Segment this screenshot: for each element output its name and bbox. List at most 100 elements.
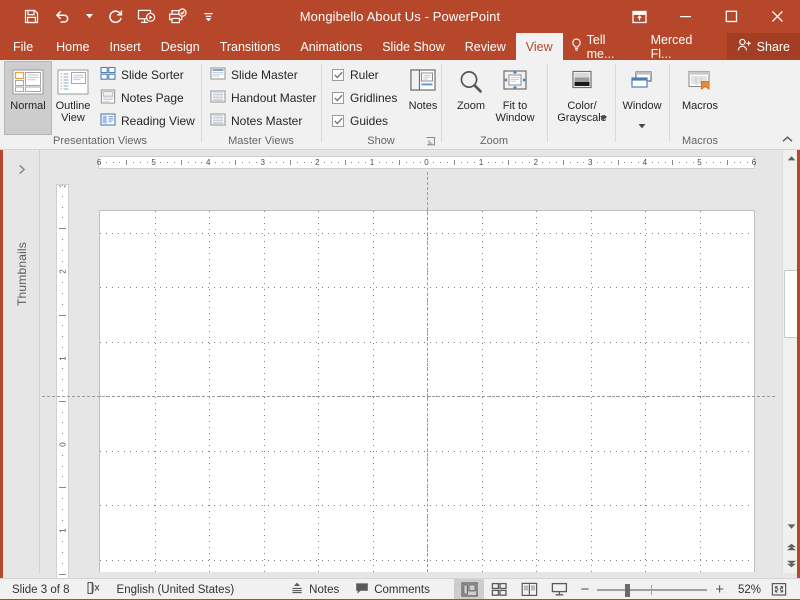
restore-button[interactable] (708, 0, 754, 33)
notes-button-label: Notes (409, 100, 438, 112)
window-button[interactable]: Window (619, 62, 665, 134)
guides-checkbox-row[interactable]: Guides (330, 110, 388, 131)
ruler-tick (276, 162, 277, 163)
gridlines-checkbox-row[interactable]: Gridlines (330, 87, 397, 108)
tab-slide-show[interactable]: Slide Show (372, 33, 455, 60)
spell-check-status[interactable] (78, 579, 109, 600)
reading-view-button[interactable]: Reading View (98, 110, 199, 131)
minimize-button[interactable] (662, 0, 708, 33)
tab-transitions[interactable]: Transitions (210, 33, 291, 60)
ruler-tick (249, 162, 250, 163)
customize-qat-icon[interactable] (199, 7, 218, 26)
tab-home[interactable]: Home (46, 33, 99, 60)
outline-view-button[interactable]: Outline View (50, 62, 96, 134)
save-icon[interactable] (22, 7, 41, 26)
ruler-tick (577, 162, 578, 163)
start-from-beginning-icon[interactable] (137, 7, 156, 26)
zoom-button[interactable]: Zoom (448, 62, 494, 134)
slide-show-button-statusbar[interactable] (544, 579, 574, 600)
ruler-tick (147, 162, 148, 163)
tab-view[interactable]: View (516, 33, 563, 60)
ruler-tick (201, 162, 202, 163)
ruler-tick-label: 2 (533, 158, 537, 167)
ruler-tick-label: 5 (151, 158, 155, 167)
ruler-tick (529, 162, 530, 163)
window-controls (616, 0, 800, 33)
ruler-tick-label: 3 (588, 158, 592, 167)
normal-view-button-statusbar[interactable] (454, 579, 484, 600)
tell-me-box[interactable]: Tell me... (563, 33, 643, 60)
horizontal-guide[interactable] (42, 396, 775, 397)
zoom-in-button[interactable]: + (713, 581, 726, 598)
guides-checkbox[interactable] (332, 115, 344, 127)
ruler-tick (624, 162, 625, 163)
gridlines-checkbox[interactable] (332, 92, 344, 104)
collapse-ribbon-icon[interactable] (781, 133, 794, 146)
zoom-percent[interactable]: 52% (730, 579, 764, 600)
ruler-tick (734, 162, 735, 163)
macros-button[interactable]: Macros (674, 62, 726, 134)
tab-design[interactable]: Design (151, 33, 210, 60)
ruler-tick (488, 162, 489, 163)
show-dialog-launcher-icon[interactable] (425, 136, 436, 147)
ruler-tick (119, 162, 120, 163)
ruler-tick (658, 162, 659, 163)
tab-review[interactable]: Review (455, 33, 516, 60)
ruler-tick (324, 162, 325, 163)
share-button[interactable]: Share (727, 33, 800, 60)
ruler-tick (331, 162, 332, 163)
notes-toggle[interactable]: Notes (282, 579, 347, 600)
undo-icon[interactable] (53, 7, 72, 26)
zoom-out-button[interactable]: − (578, 581, 591, 598)
color-grayscale-caret-icon[interactable] (600, 112, 607, 124)
ruler-tick (508, 160, 509, 165)
gridline (155, 211, 156, 572)
gridline (209, 211, 210, 572)
ruler-tick (727, 160, 728, 165)
slide-canvas-area[interactable] (42, 172, 775, 572)
thumbnails-pane[interactable]: Thumbnails (4, 150, 40, 573)
language-status[interactable]: English (United States) (109, 579, 243, 600)
slide-sorter-button[interactable]: Slide Sorter (98, 64, 188, 85)
account-name[interactable]: Merced Fl... (643, 33, 723, 60)
normal-view-button[interactable]: Normal (5, 62, 51, 134)
redo-icon[interactable] (106, 7, 125, 26)
close-button[interactable] (754, 0, 800, 33)
notes-toggle-label: Notes (309, 584, 339, 596)
notes-page-button[interactable]: Notes Page (98, 87, 188, 108)
handout-master-button[interactable]: Handout Master (208, 87, 320, 108)
zoom-track[interactable] (597, 584, 707, 596)
fit-slide-to-window-button[interactable] (764, 579, 794, 600)
vertical-guide[interactable] (427, 172, 428, 572)
ruler-checkbox-row[interactable]: Ruler (330, 64, 379, 85)
tab-file[interactable]: File (0, 33, 46, 60)
lightbulb-icon (571, 38, 582, 55)
comments-toggle[interactable]: Comments (347, 579, 438, 600)
tab-animations[interactable]: Animations (290, 33, 372, 60)
undo-dropdown-icon[interactable] (84, 0, 94, 33)
ruler-checkbox[interactable] (332, 69, 344, 81)
window-border-left (0, 150, 3, 600)
notes-master-button[interactable]: Notes Master (208, 110, 306, 131)
slide-sorter-button-statusbar[interactable] (484, 579, 514, 600)
ruler-tick (345, 160, 346, 165)
reading-view-button-statusbar[interactable] (514, 579, 544, 600)
ruler-tick (515, 162, 516, 163)
notes-button[interactable]: Notes (400, 62, 446, 134)
zoom-slider[interactable]: − + (574, 581, 730, 598)
tab-insert[interactable]: Insert (100, 33, 151, 60)
window-caret-icon[interactable] (639, 120, 646, 132)
gridline (482, 211, 483, 572)
slide-counter[interactable]: Slide 3 of 8 (0, 579, 78, 600)
ruler-tick-label: 5 (697, 158, 701, 167)
ruler-tick (140, 162, 141, 163)
quick-print-icon[interactable] (168, 7, 187, 26)
slide-sorter-label: Slide Sorter (121, 68, 184, 82)
ribbon-display-options-icon[interactable] (616, 0, 662, 33)
fit-to-window-button[interactable]: Fit to Window (492, 62, 538, 134)
zoom-slider-handle[interactable] (625, 584, 630, 597)
ruler-tick (406, 162, 407, 163)
slide-master-button[interactable]: Slide Master (208, 64, 302, 85)
chevron-right-icon[interactable] (17, 164, 26, 178)
color-grayscale-button[interactable]: Color/ Grayscale (556, 62, 608, 134)
